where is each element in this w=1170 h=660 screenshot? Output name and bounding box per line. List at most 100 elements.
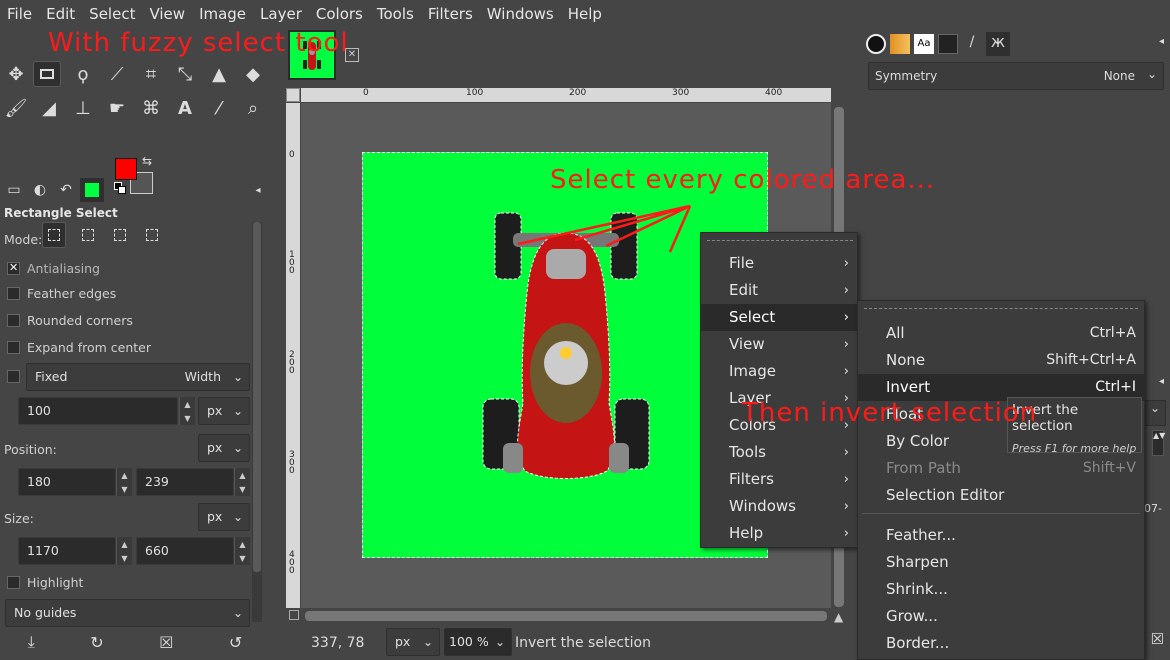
- zoom-value[interactable]: 100 %: [449, 634, 489, 649]
- ctx-menu-view[interactable]: View ›: [701, 331, 857, 358]
- dock-menu-icon[interactable]: ◂: [1159, 36, 1164, 47]
- ctx-menu-file[interactable]: File ›: [701, 250, 857, 277]
- device-status-tab-icon[interactable]: ◐: [28, 178, 52, 202]
- guides-combo[interactable]: No guides ⌄: [5, 599, 250, 627]
- selection-editor-item[interactable]: Selection Editor: [858, 482, 1144, 509]
- zoom-lock-icon[interactable]: [289, 610, 299, 620]
- menu-image[interactable]: Image: [192, 0, 253, 28]
- select-none-item[interactable]: None Shift+Ctrl+A: [858, 347, 1144, 374]
- layer-mode-combo[interactable]: ⌄: [1144, 400, 1166, 426]
- select-border-item[interactable]: Border...: [858, 630, 1144, 657]
- position-unit-combo[interactable]: px ⌄: [198, 434, 250, 462]
- tear-off-line[interactable]: [864, 308, 1138, 309]
- mode-intersect-button[interactable]: [140, 222, 164, 248]
- navigate-icon[interactable]: ▲: [834, 610, 846, 624]
- ctx-menu-edit[interactable]: Edit ›: [701, 277, 857, 304]
- foreground-color-swatch[interactable]: [115, 158, 137, 180]
- document-history-tab-icon[interactable]: [938, 34, 958, 54]
- dock-menu-icon[interactable]: ◂: [1159, 376, 1164, 387]
- rectangle-select-icon[interactable]: [33, 61, 61, 87]
- unit-combo[interactable]: px ⌄: [386, 628, 440, 656]
- select-from-path-item[interactable]: From Path Shift+V: [858, 455, 1144, 482]
- images-tab-icon[interactable]: [80, 178, 104, 202]
- horizontal-scrollbar[interactable]: [301, 608, 831, 624]
- zoom-combo[interactable]: 100 % ⌄: [444, 628, 512, 656]
- symmetry-tab-icon[interactable]: ж: [986, 32, 1010, 56]
- delete-options-icon[interactable]: ☒: [159, 633, 173, 652]
- patterns-tab-icon[interactable]: [890, 34, 910, 54]
- mode-replace-button[interactable]: [42, 222, 66, 248]
- ctx-menu-help[interactable]: Help ›: [701, 520, 857, 547]
- position-x-spinner[interactable]: ▲ ▼: [116, 468, 132, 496]
- select-all-item[interactable]: All Ctrl+A: [858, 320, 1144, 347]
- select-shrink-item[interactable]: Shrink...: [858, 576, 1144, 603]
- size-height-field[interactable]: 660: [136, 537, 234, 565]
- move-tool-icon[interactable]: ✥: [2, 61, 30, 87]
- horizontal-ruler[interactable]: 0 100 200 300 400: [301, 88, 831, 102]
- tool-options-scrollbar[interactable]: [252, 222, 262, 622]
- reset-options-icon[interactable]: ↺: [229, 633, 242, 652]
- ctx-menu-tools[interactable]: Tools ›: [701, 439, 857, 466]
- zoom-icon[interactable]: ⌕: [239, 95, 267, 121]
- brushes-tab-icon[interactable]: [866, 34, 886, 54]
- highlight-checkbox[interactable]: [7, 576, 20, 589]
- quickmask-toggle[interactable]: [286, 88, 300, 102]
- menu-colors[interactable]: Colors: [309, 0, 370, 28]
- delete-layer-icon[interactable]: ☒: [1151, 630, 1164, 648]
- fixed-value-spinner[interactable]: ▲ ▼: [179, 397, 195, 425]
- fixed-value-field[interactable]: 100: [18, 397, 178, 425]
- paths-icon[interactable]: ⌘: [137, 95, 165, 121]
- symmetry-combo[interactable]: Symmetry None ⌄: [868, 62, 1164, 90]
- tear-off-line[interactable]: [707, 240, 853, 241]
- ctx-menu-windows[interactable]: Windows ›: [701, 493, 857, 520]
- paintbrush-icon[interactable]: 🖌: [2, 95, 30, 121]
- size-width-field[interactable]: 1170: [18, 537, 116, 565]
- warp-icon[interactable]: ▲: [205, 61, 233, 87]
- select-feather-item[interactable]: Feather...: [858, 522, 1144, 549]
- fuzzy-select-icon[interactable]: ⟋: [103, 61, 131, 87]
- save-options-icon[interactable]: ⤓: [28, 632, 35, 652]
- clone-icon[interactable]: ⊥: [69, 95, 97, 121]
- size-height-spinner[interactable]: ▲ ▼: [234, 537, 250, 565]
- crop-icon[interactable]: ⌗: [137, 61, 165, 87]
- swap-colors-icon[interactable]: ⇆: [142, 154, 152, 168]
- vertical-ruler[interactable]: 0 1 0 0 2 0 0 3 0 0 4 0 0: [286, 103, 300, 608]
- feather-edges-checkbox[interactable]: [7, 287, 20, 300]
- fixed-unit-combo[interactable]: px ⌄: [198, 397, 250, 425]
- opacity-spinner[interactable]: ▲▼: [1152, 430, 1165, 456]
- position-x-field[interactable]: 180: [18, 468, 116, 496]
- fixed-checkbox[interactable]: [7, 370, 20, 383]
- paint-dynamics-tab-icon[interactable]: /: [962, 34, 982, 54]
- menu-file[interactable]: File: [0, 0, 39, 28]
- text-icon[interactable]: A: [171, 95, 199, 121]
- antialiasing-checkbox[interactable]: [7, 261, 20, 275]
- ctx-menu-image[interactable]: Image ›: [701, 358, 857, 385]
- size-unit-combo[interactable]: px ⌄: [198, 503, 250, 531]
- mode-subtract-button[interactable]: [108, 222, 132, 248]
- menu-view[interactable]: View: [142, 0, 192, 28]
- position-y-field[interactable]: 239: [136, 468, 234, 496]
- tool-options-tab-icon[interactable]: ▭: [2, 178, 26, 202]
- ctx-menu-filters[interactable]: Filters ›: [701, 466, 857, 493]
- select-sharpen-item[interactable]: Sharpen: [858, 549, 1144, 576]
- menu-windows[interactable]: Windows: [480, 0, 561, 28]
- menu-tools[interactable]: Tools: [370, 0, 421, 28]
- bucket-fill-icon[interactable]: ◆: [239, 61, 267, 87]
- menu-edit[interactable]: Edit: [39, 0, 82, 28]
- menu-filters[interactable]: Filters: [421, 0, 480, 28]
- size-width-spinner[interactable]: ▲ ▼: [116, 537, 132, 565]
- restore-options-icon[interactable]: ↻: [90, 633, 103, 652]
- eraser-icon[interactable]: ◢: [35, 95, 63, 121]
- mode-add-button[interactable]: [76, 222, 100, 248]
- fonts-tab-icon[interactable]: Aa: [914, 34, 934, 54]
- menu-layer[interactable]: Layer: [253, 0, 309, 28]
- select-grow-item[interactable]: Grow...: [858, 603, 1144, 630]
- expand-from-center-checkbox[interactable]: [7, 341, 20, 354]
- menu-select[interactable]: Select: [82, 0, 142, 28]
- dock-menu-icon[interactable]: ◂: [246, 178, 270, 202]
- fixed-aspect-combo[interactable]: Fixed Width ⌄: [26, 363, 250, 391]
- ctx-menu-select[interactable]: Select ›: [701, 304, 857, 331]
- rounded-corners-checkbox[interactable]: [7, 314, 20, 327]
- transform-icon[interactable]: ⤡: [171, 61, 199, 87]
- position-y-spinner[interactable]: ▲ ▼: [234, 468, 250, 496]
